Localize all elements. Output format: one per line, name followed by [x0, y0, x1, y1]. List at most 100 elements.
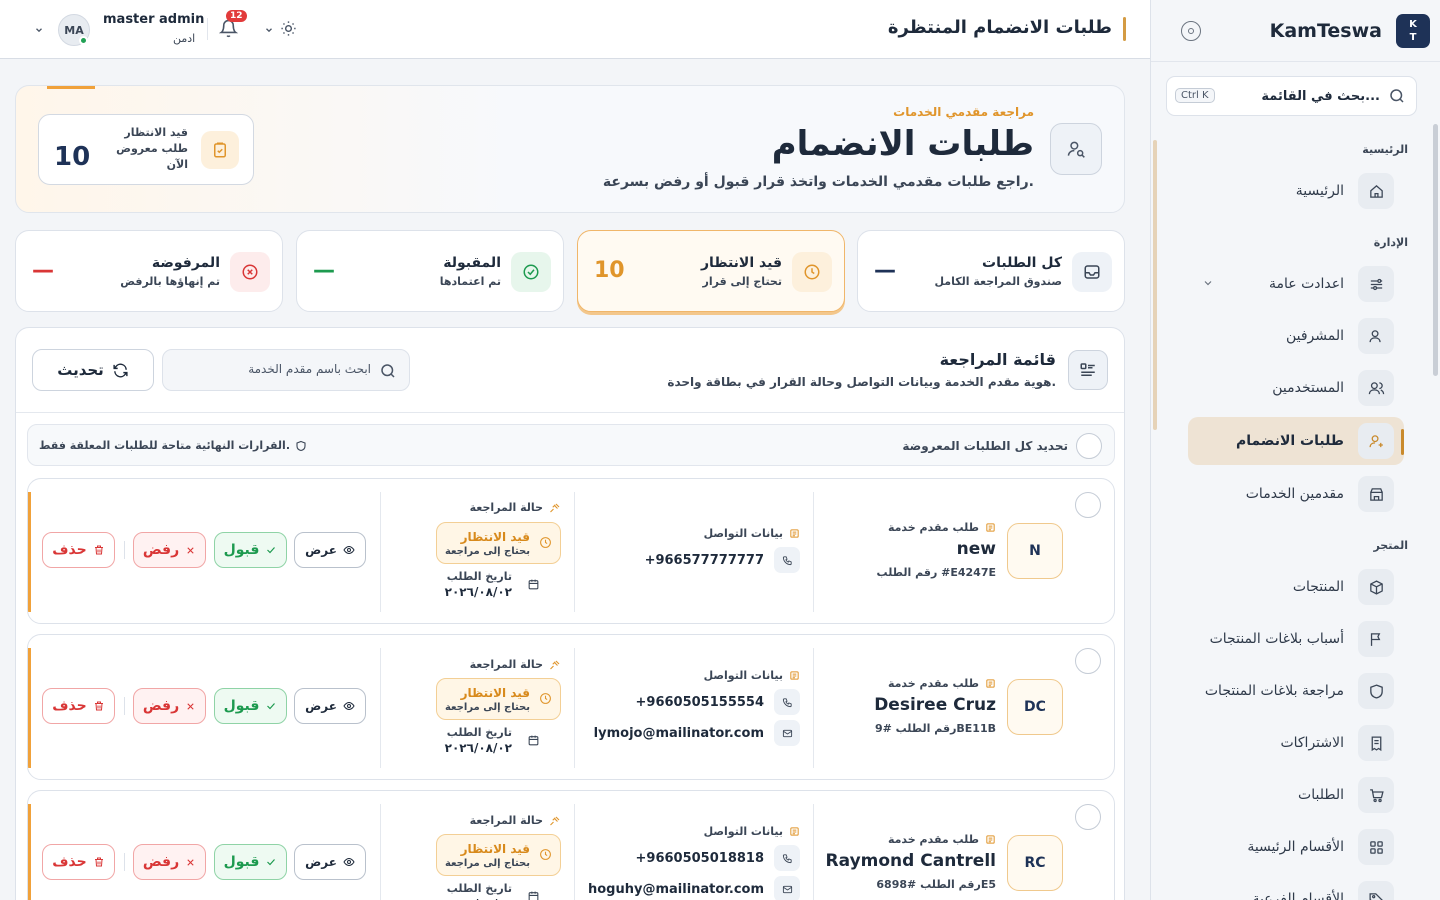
page-title: طلبات الانضمام المنتظرة — [887, 17, 1112, 38]
id-card-icon — [985, 678, 996, 689]
list-title: قائمة المراجعة — [939, 350, 1056, 369]
stat-card-pending[interactable]: قيد الانتظار تحتاج إلى قرار 10 — [577, 230, 845, 312]
view-button[interactable]: عرض — [294, 844, 366, 880]
accept-label: قبول — [223, 542, 260, 558]
request-card: RC طلب مقدم خدمة Raymond Cantrell رقم ال… — [27, 790, 1115, 900]
search-input[interactable] — [181, 362, 371, 376]
sidebar-item[interactable]: الرئيسية — [1188, 167, 1404, 215]
email-row[interactable]: lymojo@mailinator.com — [594, 720, 800, 746]
provider-search[interactable] — [162, 349, 410, 391]
accept-button[interactable]: قبول — [214, 532, 287, 568]
stat-subtitle: صندوق المراجعة الكامل — [934, 275, 1062, 288]
pending-sub2: الآن — [166, 158, 188, 171]
phone-number: +966577777777 — [644, 552, 764, 568]
sidebar-item[interactable]: الاشتراكات — [1188, 719, 1404, 767]
request-checkbox[interactable] — [1075, 804, 1101, 830]
reject-button[interactable]: رفض — [133, 844, 206, 880]
hero-accent — [47, 86, 95, 89]
contact-card-icon — [789, 826, 800, 837]
sidebar-item[interactable]: الأقسام الفرعية — [1188, 875, 1404, 900]
phone-icon — [774, 547, 800, 573]
sidebar-scroll-track[interactable] — [1153, 140, 1157, 430]
sidebar-scrollbar[interactable] — [1433, 124, 1438, 376]
hero-kicker: مراجعة مقدمي الخدمات — [893, 105, 1034, 119]
phone-row[interactable]: +9660505155554 — [636, 689, 800, 715]
view-button[interactable]: عرض — [294, 688, 366, 724]
accept-label: قبول — [223, 854, 260, 870]
view-label: عرض — [305, 543, 337, 557]
hero-card: مراجعة مقدمي الخدمات طلبات الانضمام راجع… — [15, 85, 1125, 213]
sidebar-item[interactable]: طلبات الانضمام — [1188, 417, 1404, 465]
sidebar-item[interactable]: الطلبات — [1188, 771, 1404, 819]
phone-icon — [774, 845, 800, 871]
delete-button[interactable]: حذف — [42, 844, 115, 880]
theme-chevron-down-icon[interactable] — [264, 25, 274, 35]
stat-subtitle: تحتاج إلى قرار — [702, 275, 782, 288]
status-text: قيد الانتظار — [460, 686, 530, 700]
sidebar-item-label: مراجعة بلاغات المنتجات — [1204, 683, 1344, 699]
flag-icon — [1358, 621, 1394, 657]
email-row[interactable]: hoguhy@mailinator.com — [588, 876, 800, 900]
reject-button[interactable]: رفض — [133, 532, 206, 568]
request-kind: طلب مقدم خدمة — [888, 521, 996, 534]
view-button[interactable]: عرض — [294, 532, 366, 568]
collapse-sidebar-icon[interactable] — [1181, 21, 1201, 41]
view-label: عرض — [305, 855, 337, 869]
button-separator — [124, 541, 125, 559]
hero-title: طلبات الانضمام — [771, 124, 1034, 164]
sidebar-item[interactable]: مراجعة بلاغات المنتجات — [1188, 667, 1404, 715]
reject-label: رفض — [142, 854, 180, 870]
stat-card-all[interactable]: كل الطلبات صندوق المراجعة الكامل — — [857, 230, 1125, 312]
sidebar-item[interactable]: أسباب بلاغات المنتجات — [1188, 615, 1404, 663]
user-menu-chevron-icon[interactable] — [34, 25, 44, 35]
stat-card-accepted[interactable]: المقبولة تم اعتمادها — — [296, 230, 564, 312]
accept-button[interactable]: قبول — [214, 688, 287, 724]
stat-value: — — [313, 258, 335, 283]
delete-label: حذف — [52, 698, 87, 714]
chevron-down-icon[interactable] — [1202, 277, 1214, 289]
provider-name: Raymond Cantrell — [825, 851, 996, 871]
user-name[interactable]: master admin — [103, 12, 204, 27]
reject-button[interactable]: رفض — [133, 688, 206, 724]
status-badge: قيد الانتظار بحتاج إلى مراجعة — [436, 522, 561, 564]
delete-button[interactable]: حذف — [42, 688, 115, 724]
user-plus-icon — [1358, 423, 1394, 459]
calendar-icon — [527, 578, 540, 591]
stat-card-rejected[interactable]: المرفوضة تم إنهاؤها بالرفض — — [15, 230, 283, 312]
request-kind: طلب مقدم خدمة — [888, 833, 996, 846]
phone-row[interactable]: +9660505018818 — [636, 845, 800, 871]
sun-icon[interactable] — [280, 20, 297, 37]
sidebar-item[interactable]: المستخدمين — [1188, 364, 1404, 412]
tag-icon — [1358, 881, 1394, 900]
pending-text: قيد الانتظار طلب معروض الآن — [116, 125, 188, 173]
sidebar-item[interactable]: مقدمين الخدمات — [1188, 470, 1404, 518]
contact-heading-label: بيانات التواصل — [703, 825, 783, 838]
accept-button[interactable]: قبول — [214, 844, 287, 880]
clipboard-check-icon — [201, 131, 239, 169]
request-checkbox[interactable] — [1075, 492, 1101, 518]
phone-row[interactable]: +966577777777 — [645, 547, 800, 573]
sidebar-search[interactable]: Ctrl K بحث في القائمة... — [1166, 76, 1417, 116]
sidebar-item[interactable]: المنتجات — [1188, 563, 1404, 611]
inbox-icon — [1072, 252, 1112, 292]
eye-icon — [343, 700, 355, 712]
gavel-icon — [549, 502, 561, 514]
stat-value: 10 — [594, 258, 625, 283]
contact-card-icon — [789, 670, 800, 681]
request-number: رقم الطلب #E4247E — [876, 566, 996, 579]
sidebar-item[interactable]: اعدادت عامة — [1188, 260, 1404, 308]
clock-icon — [539, 848, 552, 861]
refresh-button[interactable]: تحديث — [32, 349, 154, 391]
sidebar-item[interactable]: الأقسام الرئيسية — [1188, 823, 1404, 871]
stat-subtitle: تم اعتمادها — [439, 275, 501, 288]
status-badge: قيد الانتظار بحتاج إلى مراجعة — [436, 678, 561, 720]
provider-avatar: DC — [1007, 679, 1063, 735]
logo-letter-bottom: T — [1409, 31, 1417, 43]
sidebar-item-label: مقدمين الخدمات — [1245, 486, 1344, 502]
stat-title: قيد الانتظار — [701, 255, 782, 271]
request-checkbox[interactable] — [1075, 648, 1101, 674]
select-all-checkbox[interactable] — [1076, 433, 1102, 459]
sidebar-header: KamTeswa K T — [1151, 0, 1440, 62]
sidebar-item[interactable]: المشرفين — [1188, 312, 1404, 360]
delete-button[interactable]: حذف — [42, 532, 115, 568]
